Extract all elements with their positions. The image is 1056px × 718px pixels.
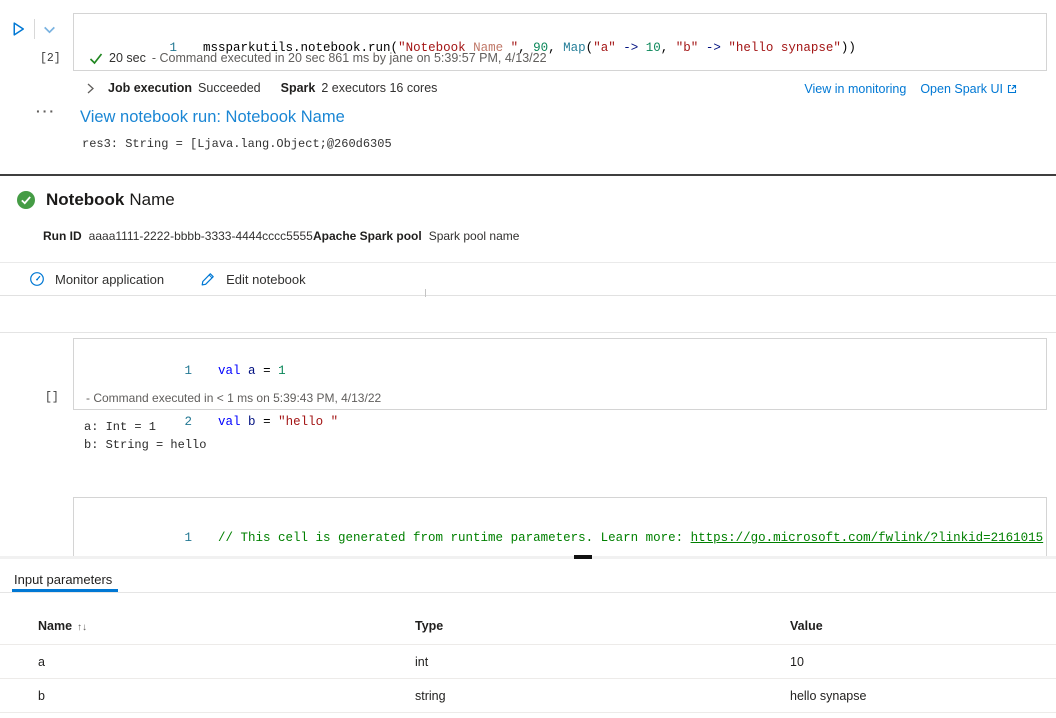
notebook-title-primary: Notebook bbox=[46, 190, 124, 209]
tab-bar-border bbox=[0, 592, 1056, 593]
monitoring-links: View in monitoring Open Spark UI bbox=[804, 82, 1018, 96]
column-header-name[interactable]: Name↑↓ bbox=[38, 619, 415, 633]
spark-pool-group: Apache Spark pool Spark pool name bbox=[313, 229, 519, 243]
monitor-application-label: Monitor application bbox=[55, 272, 164, 287]
code-line: 1mssparkutils.notebook.run("Notebook Nam… bbox=[74, 14, 1046, 74]
code-line: 1 // This cell is generated from runtime … bbox=[74, 513, 1046, 558]
gauge-icon bbox=[29, 271, 45, 287]
table-cell: string bbox=[415, 689, 790, 703]
line-number: 1 bbox=[134, 363, 192, 380]
output-line: a: Int = 1 bbox=[84, 419, 206, 437]
cell-execution-status: - Command executed in < 1 ms on 5:39:43 … bbox=[86, 391, 381, 405]
code-text[interactable]: // This cell is generated from runtime p… bbox=[218, 531, 1043, 545]
line-number: 1 bbox=[134, 530, 192, 547]
job-execution-bar: Job execution Succeeded Spark 2 executor… bbox=[84, 81, 437, 95]
code-line: 1 val a = 1 bbox=[74, 346, 1046, 397]
notebook-title-secondary: Name bbox=[129, 190, 174, 209]
execution-count: [2] bbox=[40, 52, 61, 65]
scroll-tick bbox=[425, 289, 426, 297]
status-text: - Command executed in 20 sec 861 ms by j… bbox=[152, 51, 547, 65]
parameters-code-cell: 1 // This cell is generated from runtime … bbox=[73, 497, 1047, 558]
success-status-icon bbox=[17, 191, 35, 209]
view-notebook-run-link[interactable]: View notebook run: Notebook Name bbox=[80, 108, 345, 127]
table-cell: int bbox=[415, 655, 790, 669]
success-check-icon bbox=[89, 52, 103, 65]
tab-input-parameters[interactable]: Input parameters bbox=[14, 572, 112, 587]
table-row[interactable]: aint10 bbox=[0, 645, 1056, 679]
cell-execution-status: 20 sec - Command executed in 20 sec 861 … bbox=[89, 51, 547, 65]
job-status: Succeeded bbox=[198, 81, 261, 95]
view-in-monitoring-link[interactable]: View in monitoring bbox=[804, 82, 906, 96]
cell-output: a: Int = 1b: String = hello bbox=[84, 419, 206, 454]
job-execution-label: Job execution bbox=[108, 81, 192, 95]
section-divider bbox=[0, 174, 1056, 176]
run-id-group: Run ID aaaa1111-2222-bbbb-3333-4444cccc55… bbox=[43, 229, 313, 243]
table-cell: a bbox=[38, 655, 415, 669]
content-top-border bbox=[0, 332, 1056, 333]
table-cell: 10 bbox=[790, 655, 1056, 669]
more-options-icon[interactable]: ··· bbox=[36, 103, 56, 119]
output-line: b: String = hello bbox=[84, 437, 206, 455]
table-cell: b bbox=[38, 689, 415, 703]
controls-divider bbox=[34, 19, 35, 39]
column-header-type[interactable]: Type bbox=[415, 619, 790, 633]
sort-icon[interactable]: ↑↓ bbox=[77, 622, 87, 633]
code-text[interactable]: val a = 1 bbox=[218, 364, 286, 378]
execution-count: [] bbox=[45, 391, 59, 404]
notebook-title: Notebook Name bbox=[46, 190, 175, 210]
snapshot-toolbar: Monitor application Edit notebook bbox=[0, 262, 1056, 296]
status-duration: 20 sec bbox=[109, 51, 146, 65]
pencil-icon bbox=[200, 271, 216, 287]
open-spark-ui-link[interactable]: Open Spark UI bbox=[920, 82, 1003, 96]
run-id-label: Run ID bbox=[43, 229, 82, 243]
chevron-right-icon[interactable] bbox=[84, 82, 96, 95]
panel-splitter[interactable] bbox=[0, 556, 1056, 559]
spark-label: Spark bbox=[281, 81, 316, 95]
synapse-notebook-run-screen: [2] 1mssparkutils.notebook.run("Notebook… bbox=[0, 0, 1056, 718]
cell-run-controls bbox=[10, 19, 57, 39]
spark-detail: 2 executors 16 cores bbox=[321, 81, 437, 95]
external-link-icon bbox=[1006, 83, 1018, 95]
parameters-table-header: Name↑↓ Type Value bbox=[0, 608, 1056, 645]
status-text: - Command executed in < 1 ms on 5:39:43 … bbox=[86, 391, 381, 405]
splitter-grip-handle[interactable] bbox=[574, 555, 592, 559]
parameters-table-body: aint10bstringhello synapse bbox=[0, 645, 1056, 713]
table-row[interactable]: bstringhello synapse bbox=[0, 679, 1056, 713]
vals-code-cell: 1val a = 1 2val b = "hello " - Command e… bbox=[73, 338, 1047, 410]
run-id-value: aaaa1111-2222-bbbb-3333-4444cccc5555 bbox=[89, 229, 313, 243]
chevron-down-icon[interactable] bbox=[42, 22, 57, 37]
notebook-run-cell: 1mssparkutils.notebook.run("Notebook Nam… bbox=[73, 13, 1047, 71]
result-output-line: res3: String = [Ljava.lang.Object;@260d6… bbox=[82, 137, 392, 151]
code-text[interactable]: val b = "hello " bbox=[218, 415, 338, 429]
spark-pool-value: Spark pool name bbox=[429, 229, 520, 243]
monitor-application-button[interactable]: Monitor application bbox=[29, 271, 164, 287]
run-cell-button[interactable] bbox=[10, 20, 27, 38]
table-cell: hello synapse bbox=[790, 689, 1056, 703]
spark-pool-label: Apache Spark pool bbox=[313, 229, 422, 243]
edit-notebook-label: Edit notebook bbox=[226, 272, 306, 287]
edit-notebook-button[interactable]: Edit notebook bbox=[200, 271, 306, 287]
notebook-snapshot-header: Notebook Name bbox=[17, 190, 175, 210]
column-header-value[interactable]: Value bbox=[790, 619, 1056, 633]
